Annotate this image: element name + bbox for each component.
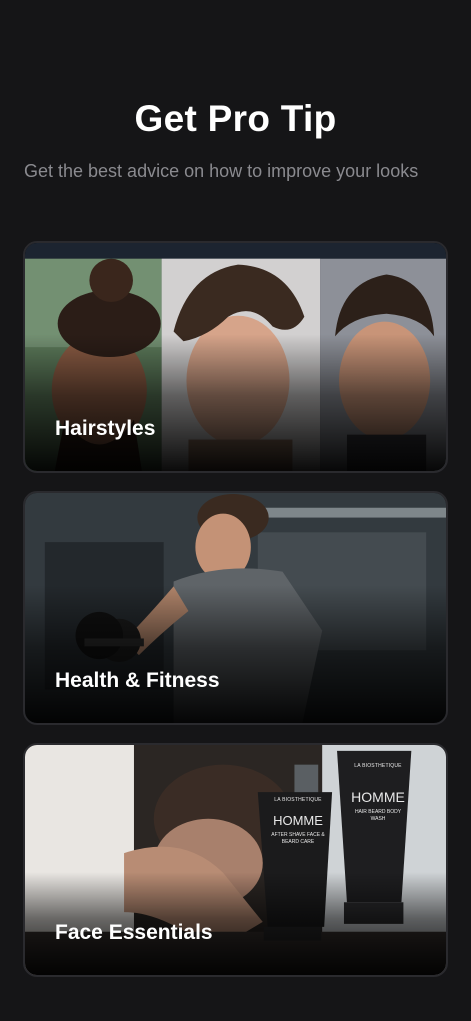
product-name: HOMME xyxy=(273,813,323,828)
card-label: Face Essentials xyxy=(55,921,213,944)
card-label: Hairstyles xyxy=(55,417,156,440)
card-label: Health & Fitness xyxy=(55,669,220,692)
card-hairstyles[interactable]: Hairstyles xyxy=(23,241,448,473)
product-brand: LA BIOSTHETIQUE xyxy=(354,763,402,769)
product-bottle-small: LA BIOSTHETIQUE HOMME AFTER SHAVE FACE &… xyxy=(269,797,327,846)
product-desc: AFTER SHAVE FACE & BEARD CARE xyxy=(271,832,325,845)
card-face-essentials[interactable]: LA BIOSTHETIQUE HOMME AFTER SHAVE FACE &… xyxy=(23,743,448,977)
page-subtitle: Get the best advice on how to improve yo… xyxy=(24,161,419,181)
card-health-fitness[interactable]: Health & Fitness xyxy=(23,491,448,725)
product-bottle-large: LA BIOSTHETIQUE HOMME HAIR BEARD BODY WA… xyxy=(347,763,409,823)
product-brand: LA BIOSTHETIQUE xyxy=(274,797,322,803)
product-desc: HAIR BEARD BODY WASH xyxy=(354,809,402,822)
card-gradient xyxy=(25,334,446,471)
card-gradient xyxy=(25,585,446,723)
product-name: HOMME xyxy=(351,789,405,805)
page-title: Get Pro Tip xyxy=(134,98,337,139)
